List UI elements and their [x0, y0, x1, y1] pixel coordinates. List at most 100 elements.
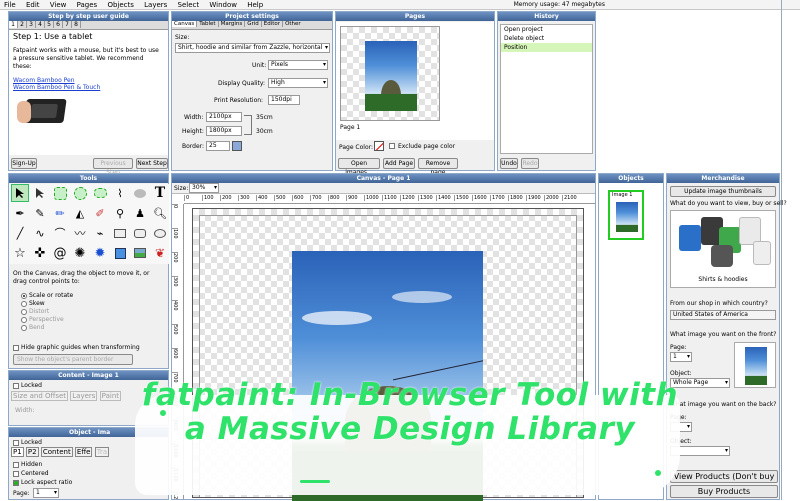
object-page-select[interactable]: 1 ▾	[33, 488, 59, 498]
guide-tab-1[interactable]: 1	[9, 21, 18, 28]
option-distort[interactable]: Distort	[21, 308, 73, 316]
menu-window[interactable]: Window	[205, 0, 241, 10]
resolution-input[interactable]: 150dpi	[268, 95, 300, 105]
remove-page-button[interactable]: Remove page	[418, 158, 458, 176]
tab-p2[interactable]: P2	[25, 447, 39, 457]
spiral-tool[interactable]: @	[51, 244, 69, 262]
lock-aspect-option[interactable]: Lock aspect ratio	[13, 479, 72, 486]
option-scale-rotate[interactable]: Scale or rotate	[21, 292, 73, 300]
guide-link-bamboo-pen[interactable]: Wacom Bamboo Pen	[13, 77, 164, 84]
arc-tool[interactable]: ⌒	[51, 224, 69, 242]
menu-view[interactable]: View	[46, 0, 71, 10]
magic-wand-tool[interactable]: ⌇	[111, 184, 129, 202]
tab-transform[interactable]: Tra	[94, 447, 110, 457]
pen-tool[interactable]: ✒	[11, 204, 29, 222]
border-input[interactable]: 25	[206, 141, 230, 151]
star-tool[interactable]: ☆	[11, 244, 29, 262]
tab-margins[interactable]: Margins	[219, 21, 246, 27]
unit-select[interactable]: Pixels ▾	[268, 60, 328, 70]
ellipse-tool[interactable]	[151, 224, 169, 242]
object-tool[interactable]	[11, 184, 29, 202]
size-select[interactable]: Shirt, hoodie and similar from Zazzle, h…	[175, 43, 330, 53]
menu-pages[interactable]: Pages	[73, 0, 102, 10]
zoom-select[interactable]: 30% ▾	[189, 183, 219, 193]
history-item[interactable]: Position	[501, 43, 592, 52]
object-locked-option[interactable]: Locked	[13, 439, 42, 446]
add-page-button[interactable]: Add Page	[383, 158, 415, 169]
quality-select[interactable]: High ▾	[268, 78, 328, 88]
guide-tab-8[interactable]: 8	[72, 21, 81, 28]
clone-tool[interactable]: ♟	[131, 204, 149, 222]
hidden-option[interactable]: Hidden	[13, 461, 42, 468]
lasso-tool[interactable]	[91, 184, 109, 202]
pencil-tool[interactable]: ✐	[91, 204, 109, 222]
blob-tool[interactable]	[131, 184, 149, 202]
tab-effects[interactable]: Effe	[74, 447, 93, 457]
centered-option[interactable]: Centered	[13, 470, 49, 477]
history-item[interactable]: Delete object	[501, 34, 592, 43]
aspect-link-icon[interactable]	[244, 115, 252, 135]
content-tool[interactable]	[31, 184, 49, 202]
exclude-color-checkbox[interactable]	[389, 143, 395, 149]
content-locked-option[interactable]: Locked	[13, 382, 42, 389]
open-images-button[interactable]: Open images...	[338, 158, 380, 176]
width-input[interactable]: 2100px	[206, 112, 242, 122]
guide-tab-6[interactable]: 6	[54, 21, 63, 28]
brush-tool[interactable]: ✏	[51, 204, 69, 222]
redo-button[interactable]: Redo	[521, 158, 539, 169]
select-rect-tool[interactable]	[51, 184, 69, 202]
history-item[interactable]: Open project	[501, 25, 592, 34]
menu-file[interactable]: File	[0, 0, 20, 10]
page-color-swatch[interactable]	[374, 141, 384, 151]
guide-tab-2[interactable]: 2	[18, 21, 27, 28]
rectangle-tool[interactable]	[111, 224, 129, 242]
guide-tab-7[interactable]: 7	[63, 21, 72, 28]
cross-tool[interactable]: ✜	[31, 244, 49, 262]
border-color-swatch[interactable]	[232, 141, 242, 151]
option-perspective[interactable]: Perspective	[21, 316, 73, 324]
height-input[interactable]: 1800px	[206, 126, 242, 136]
tab-grid[interactable]: Grid	[245, 21, 262, 27]
menu-help[interactable]: Help	[243, 0, 267, 10]
polyline-tool[interactable]: ⌁	[91, 224, 109, 242]
country-select[interactable]: United States of America	[670, 310, 776, 320]
starburst-tool[interactable]: ✺	[71, 244, 89, 262]
next-step-button[interactable]: Next Step	[136, 158, 168, 169]
guide-link-bamboo-pen-touch[interactable]: Wacom Bamboo Pen & Touch	[13, 84, 164, 91]
tab-layers[interactable]: Layers	[70, 391, 98, 401]
tab-tablet[interactable]: Tablet	[197, 21, 219, 27]
curve-tool[interactable]: ∿	[31, 224, 49, 242]
shirts-product-card[interactable]: Shirts & hoodies	[670, 210, 776, 288]
guide-tab-4[interactable]: 4	[36, 21, 45, 28]
spiral-curve-tool[interactable]: 〰	[71, 224, 89, 242]
hide-guides-option[interactable]: Hide graphic guides when transforming	[13, 344, 140, 351]
burst-tool[interactable]: ✹	[91, 244, 109, 262]
sign-up-button[interactable]: Sign-Up	[11, 158, 37, 169]
object-item-image-1[interactable]: Image 1	[608, 190, 644, 240]
tab-editor[interactable]: Editor	[262, 21, 284, 27]
tab-content[interactable]: Content	[40, 447, 73, 457]
menu-objects[interactable]: Objects	[103, 0, 137, 10]
undo-button[interactable]: Undo	[500, 158, 518, 169]
node-tool[interactable]: ✎	[31, 204, 49, 222]
zoom-tool[interactable]: 🔍︎	[151, 204, 169, 222]
page-thumbnail[interactable]	[340, 26, 440, 121]
select-ellipse-tool[interactable]	[71, 184, 89, 202]
previous-step-button[interactable]: Previous Step	[93, 158, 133, 176]
buy-products-button[interactable]: Buy Products	[670, 485, 778, 498]
guide-tab-3[interactable]: 3	[27, 21, 36, 28]
front-page-select[interactable]: 1 ▾	[670, 352, 692, 362]
square-tool[interactable]	[111, 244, 129, 262]
text-tool[interactable]: T	[151, 184, 169, 202]
option-skew[interactable]: Skew	[21, 300, 73, 308]
clipart-tool[interactable]: ❦	[151, 244, 169, 262]
line-tool[interactable]: ╱	[11, 224, 29, 242]
menu-layers[interactable]: Layers	[140, 0, 171, 10]
tab-p1[interactable]: P1	[11, 447, 24, 457]
tab-size-offset[interactable]: Size and Offset	[11, 391, 69, 401]
guide-tab-5[interactable]: 5	[45, 21, 54, 28]
menu-edit[interactable]: Edit	[22, 0, 44, 10]
tab-paint[interactable]: Paint	[99, 391, 121, 401]
tab-canvas[interactable]: Canvas	[172, 21, 198, 27]
update-thumbnails-button[interactable]: Update image thumbnails	[670, 186, 776, 197]
